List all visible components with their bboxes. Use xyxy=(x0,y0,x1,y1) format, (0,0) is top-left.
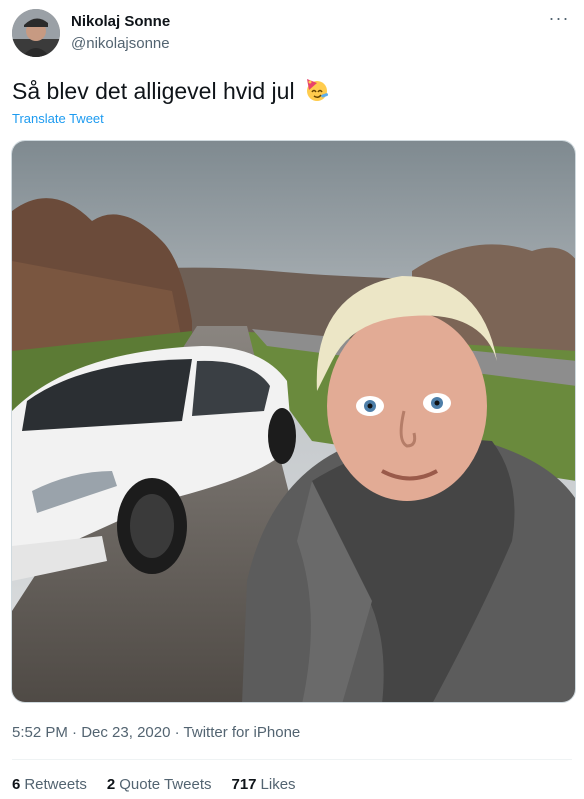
likes-stat[interactable]: 717 Likes xyxy=(232,776,296,793)
party-face-icon xyxy=(303,77,329,109)
tweet-meta: 5:52 PM · Dec 23, 2020 · Twitter for iPh… xyxy=(12,724,300,741)
retweets-label: Retweets xyxy=(24,776,87,793)
tweet-text: Så blev det alligevel hvid jul xyxy=(12,78,295,104)
translate-tweet-link[interactable]: Translate Tweet xyxy=(12,111,104,126)
tweet-photo[interactable] xyxy=(11,140,576,703)
tweet-stats: 6 Retweets 2 Quote Tweets 717 Likes xyxy=(12,776,296,793)
quote-tweets-label: Quote Tweets xyxy=(119,776,212,793)
retweets-count: 6 xyxy=(12,776,21,793)
tweet-date[interactable]: Dec 23, 2020 xyxy=(81,724,170,741)
quote-tweets-stat[interactable]: 2 Quote Tweets xyxy=(107,776,212,793)
more-options-button[interactable]: ··· xyxy=(546,8,572,30)
meta-separator: · xyxy=(72,724,78,741)
more-dots-icon: ··· xyxy=(548,8,570,28)
meta-separator: · xyxy=(174,724,180,741)
quote-tweets-count: 2 xyxy=(106,776,116,793)
photo-selfie-with-car xyxy=(12,141,575,702)
likes-count: 717 xyxy=(231,776,257,793)
likes-label: Likes xyxy=(260,776,296,793)
author-avatar[interactable] xyxy=(12,9,60,57)
divider xyxy=(12,759,572,760)
retweets-stat[interactable]: 6 Retweets xyxy=(12,776,87,793)
author-display-name[interactable]: Nikolaj Sonne xyxy=(71,13,170,30)
tweet-text-block: Så blev det alligevel hvid jul xyxy=(12,77,329,109)
tweet-source[interactable]: Twitter for iPhone xyxy=(184,724,301,741)
author-handle[interactable]: @nikolajsonne xyxy=(71,35,170,52)
avatar-image xyxy=(12,9,60,57)
tweet-time[interactable]: 5:52 PM xyxy=(12,724,68,741)
